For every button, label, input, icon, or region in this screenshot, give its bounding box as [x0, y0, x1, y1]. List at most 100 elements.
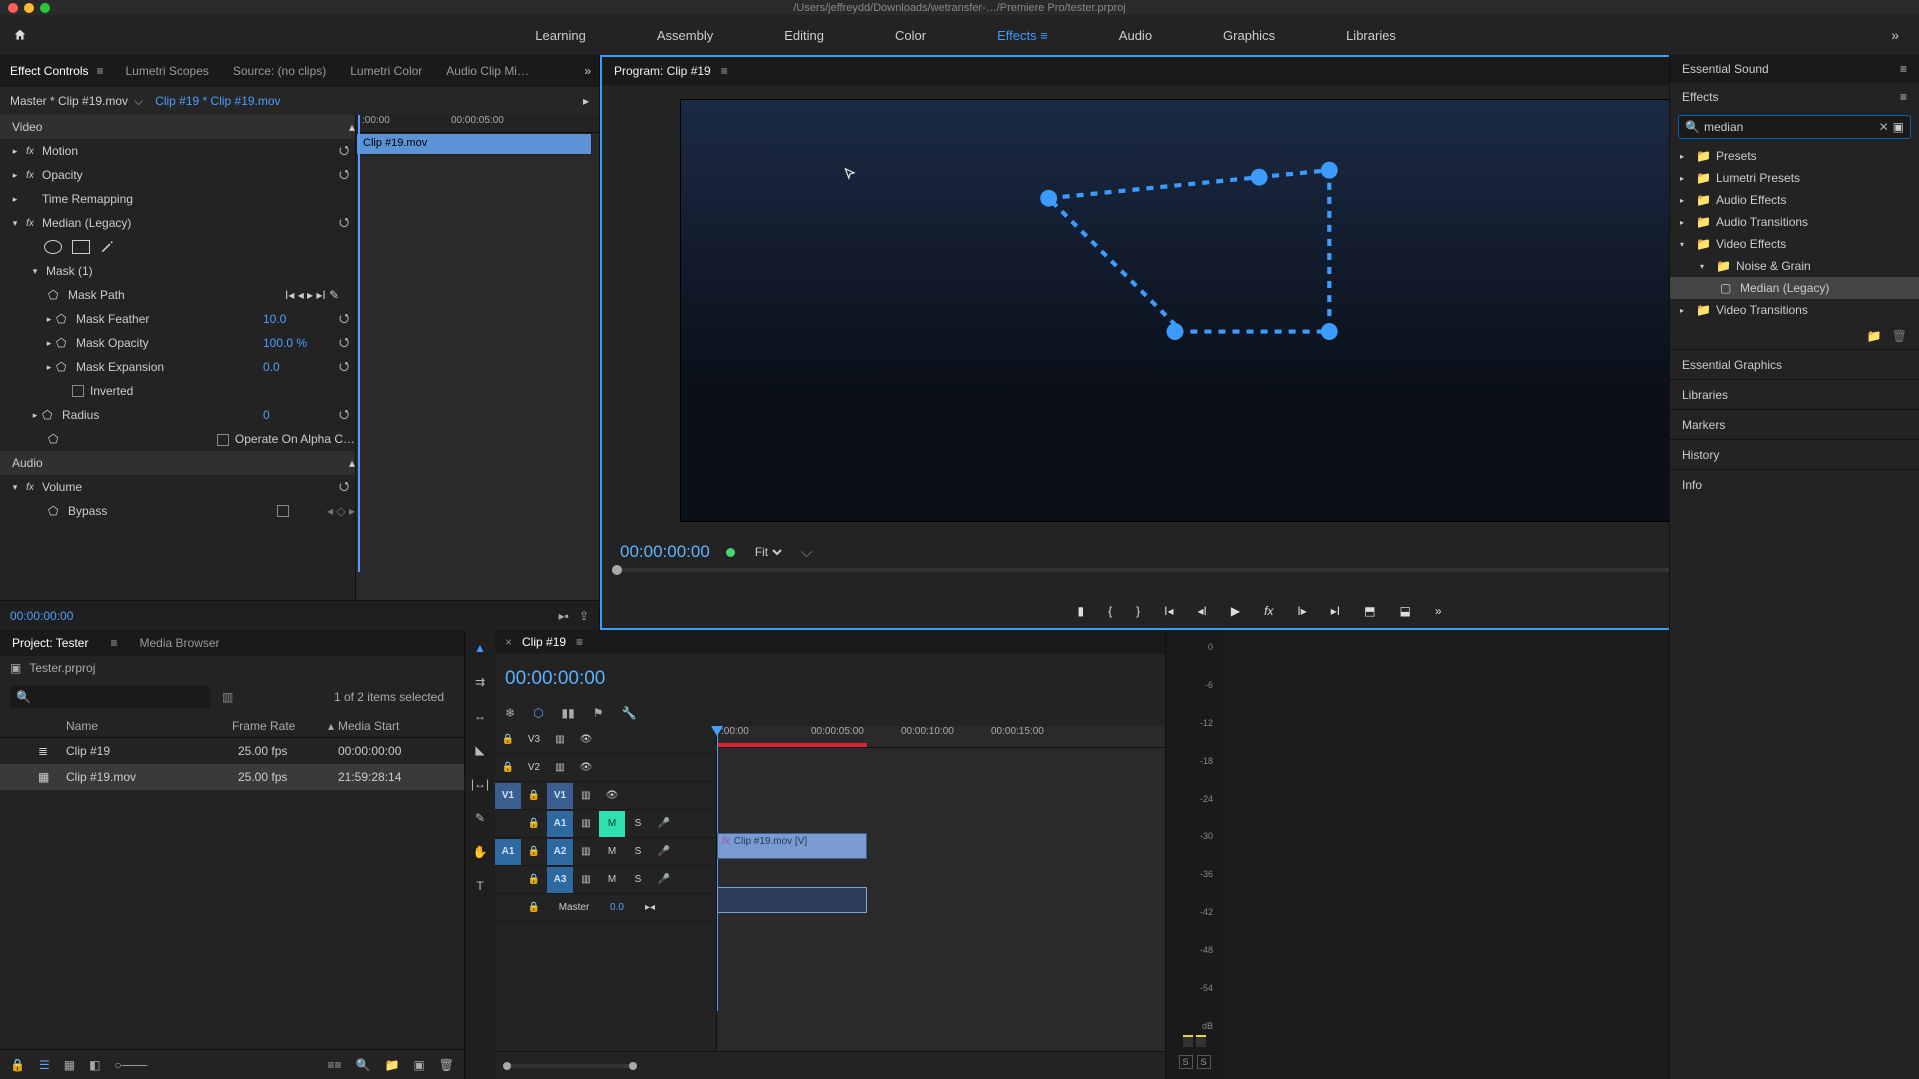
clip-current-label[interactable]: Clip #19 * Clip #19.mov [155, 94, 280, 108]
ws-audio[interactable]: Audio [1111, 24, 1160, 47]
kf-prev-icon[interactable]: I◂ ◂ ▸ ▸I ✎ [285, 288, 355, 302]
panel-menu-icon[interactable]: ≡ [1900, 62, 1907, 76]
mask-ellipse-icon[interactable] [44, 240, 62, 254]
timeline-tracks[interactable]: :00:0000:00:05:0000:00:10:0000:00:15:00 … [717, 726, 1165, 1051]
tree-lumetri-presets[interactable]: ▸📁Lumetri Presets [1670, 167, 1919, 189]
zoom-slider[interactable]: ○─── [114, 1058, 147, 1072]
mark-in-icon[interactable]: ▮ [1077, 604, 1084, 618]
timeline-tc[interactable]: 00:00:00:00 [505, 668, 605, 690]
ripple-tool-icon[interactable]: ↔ [470, 706, 490, 726]
mask-feather[interactable]: ▸⬠Mask Feather10.0⭯ [0, 307, 355, 331]
go-in-icon[interactable]: I◂ [1164, 604, 1173, 618]
tab-effect-controls[interactable]: Effect Controls [8, 60, 90, 82]
audio-clip[interactable] [717, 887, 867, 913]
tab-source[interactable]: Source: (no clips) [231, 60, 328, 82]
solo-left[interactable]: S [1179, 1055, 1193, 1069]
marker-icon[interactable]: ▮▮ [562, 706, 575, 720]
mute-icon[interactable]: M [599, 811, 625, 837]
tree-video-effects[interactable]: ▾📁Video Effects [1670, 233, 1919, 255]
tree-noise-grain[interactable]: ▾📁Noise & Grain [1670, 255, 1919, 277]
opacity-effect[interactable]: ▸fxOpacity⭯ [0, 163, 355, 187]
ws-learning[interactable]: Learning [527, 24, 594, 47]
bracket-in-icon[interactable]: { [1108, 604, 1112, 618]
tree-median-legacy[interactable]: ▢Median (Legacy) [1670, 277, 1919, 299]
panel-essential-graphics[interactable]: Essential Graphics [1670, 349, 1919, 379]
freeform-view-icon[interactable]: ◧ [89, 1058, 100, 1072]
mask-opacity[interactable]: ▸⬠Mask Opacity100.0 %⭯ [0, 331, 355, 355]
video-clip[interactable]: fxClip #19.mov [V] [717, 833, 867, 859]
mask-1[interactable]: ▾Mask (1) [0, 259, 355, 283]
sequence-menu-icon[interactable]: ≡ [576, 635, 583, 649]
ec-play-icon[interactable]: ▸ [583, 94, 589, 108]
panel-history[interactable]: History [1670, 439, 1919, 469]
panel-markers[interactable]: Markers [1670, 409, 1919, 439]
motion-effect[interactable]: ▸fxMotion⭯ [0, 139, 355, 163]
lift-icon[interactable]: ⬒ [1364, 604, 1375, 618]
lock-icon[interactable]: 🔒 [10, 1058, 25, 1072]
track-select-tool-icon[interactable]: ⇉ [470, 672, 490, 692]
source-v1[interactable]: V1 [495, 783, 521, 809]
go-out-icon[interactable]: ▸I [1331, 604, 1340, 618]
new-bin-icon[interactable]: 📁 [384, 1058, 399, 1072]
volume-effect[interactable]: ▾fxVolume⭯ [0, 475, 355, 499]
transport-overflow-icon[interactable]: » [1435, 604, 1442, 618]
timeline-zoom-slider[interactable] [505, 1064, 635, 1068]
mask-rect-icon[interactable] [72, 240, 90, 254]
tree-audio-transitions[interactable]: ▸📁Audio Transitions [1670, 211, 1919, 233]
extract-icon[interactable]: ⬓ [1399, 604, 1410, 618]
step-back-icon[interactable]: ◂I [1197, 604, 1206, 618]
mini-clip-bar[interactable]: Clip #19.mov [356, 133, 592, 155]
ws-libraries[interactable]: Libraries [1338, 24, 1404, 47]
mask-pen-icon[interactable] [100, 240, 114, 254]
tab-lumetri-color[interactable]: Lumetri Color [348, 60, 424, 82]
play-icon[interactable]: ▶ [1231, 604, 1240, 618]
project-search[interactable]: 🔍 [10, 686, 210, 708]
icon-view-icon[interactable]: ▦ [64, 1058, 75, 1072]
bypass[interactable]: ⬠Bypass ◂ ◇ ▸ [0, 499, 355, 523]
solo-icon[interactable]: S [625, 811, 651, 837]
new-bin-icon[interactable]: ▣ [1893, 120, 1904, 134]
dropped-frames-icon[interactable] [726, 548, 735, 557]
table-row[interactable]: ≣ Clip #19 25.00 fps 00:00:00:00 [0, 738, 464, 764]
hand-tool-icon[interactable]: ✋ [470, 842, 490, 862]
toggle-output-icon[interactable]: ▥ [547, 727, 573, 753]
table-row[interactable]: ▦ Clip #19.mov 25.00 fps 21:59:28:14 [0, 764, 464, 790]
mask-outline[interactable] [681, 100, 1837, 521]
new-custom-bin-icon[interactable]: 📁 [1867, 329, 1882, 343]
tab-media-browser[interactable]: Media Browser [138, 632, 222, 654]
video-viewport[interactable] [680, 99, 1838, 522]
export-icon[interactable]: ⇪ [579, 609, 589, 623]
effects-header[interactable]: Effects≡ [1670, 83, 1919, 111]
tree-video-transitions[interactable]: ▸📁Video Transitions [1670, 299, 1919, 321]
program-in-tc[interactable]: 00:00:00:00 [620, 542, 710, 562]
panel-menu-icon[interactable]: ≡ [1900, 90, 1907, 104]
snap-icon[interactable]: ❄ [505, 706, 515, 720]
new-item-icon[interactable]: ▣ [413, 1058, 424, 1072]
settings-icon[interactable]: ⚑ [593, 706, 604, 720]
clear-search-icon[interactable]: ✕ [1879, 120, 1889, 134]
solo-right[interactable]: S [1197, 1055, 1211, 1069]
type-tool-icon[interactable]: T [470, 876, 490, 896]
fx-icon[interactable]: fx [1264, 604, 1273, 618]
zoom-select[interactable]: Fit [751, 544, 785, 560]
ws-color[interactable]: Color [887, 24, 934, 47]
linked-selection-icon[interactable]: ⬡ [533, 706, 543, 720]
panel-libraries[interactable]: Libraries [1670, 379, 1919, 409]
eye-icon[interactable]: 👁 [573, 727, 599, 753]
time-remapping-effect[interactable]: ▸Time Remapping [0, 187, 355, 211]
step-fwd-icon[interactable]: I▸ [1297, 604, 1306, 618]
collapse-master-icon[interactable]: ▸◂ [637, 895, 663, 921]
clip-master-label[interactable]: Master * Clip #19.mov [10, 94, 128, 108]
ws-editing[interactable]: Editing [776, 24, 832, 47]
table-header[interactable]: Name Frame Rate▴ Media Start [0, 714, 464, 738]
effects-search-input[interactable] [1704, 120, 1875, 134]
essential-sound-header[interactable]: Essential Sound≡ [1670, 55, 1919, 83]
ws-assembly[interactable]: Assembly [649, 24, 721, 47]
wrench-icon[interactable]: 🔧 [622, 706, 637, 720]
close-sequence-icon[interactable]: × [505, 635, 512, 649]
filter-icon[interactable]: ▥ [222, 690, 233, 704]
mini-playhead[interactable] [358, 115, 360, 572]
minimize-window-icon[interactable] [24, 3, 34, 13]
playhead[interactable] [717, 726, 718, 1011]
tab-program[interactable]: Program: Clip #19 [612, 60, 713, 82]
